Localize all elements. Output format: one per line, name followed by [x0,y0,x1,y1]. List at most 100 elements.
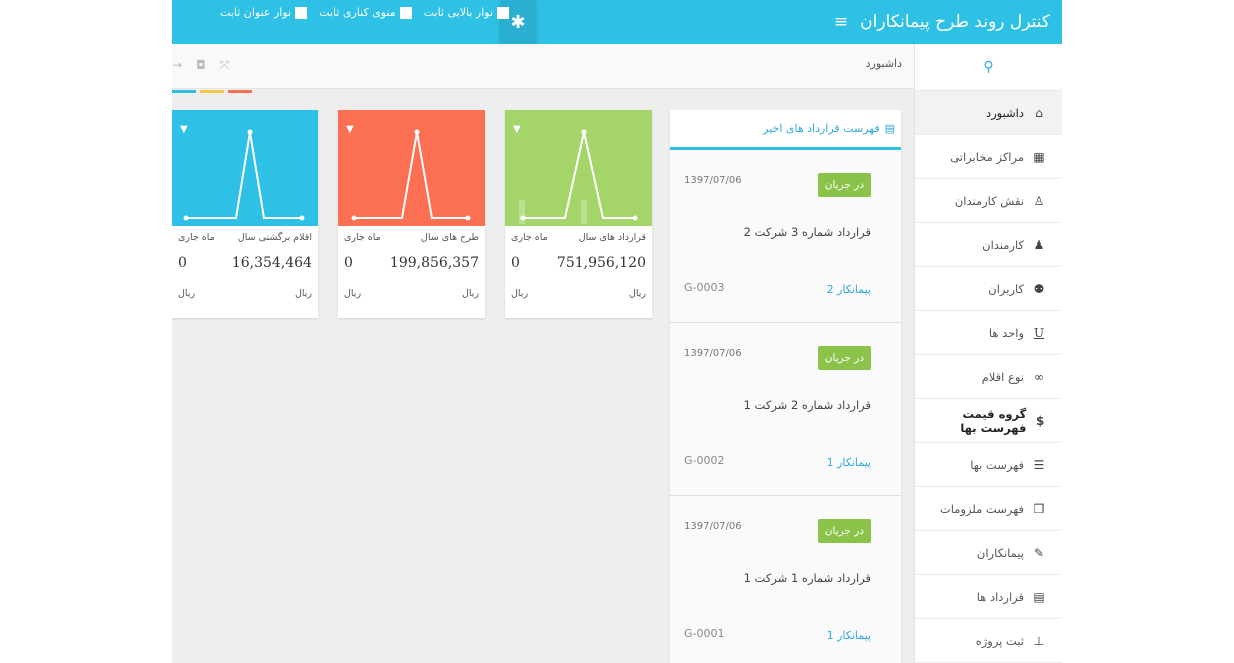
fixed-titlebar-checkbox[interactable] [295,6,308,19]
sidebar-item-label: مراکز مخابراتی [950,149,1024,164]
list-icon: ▤ [884,122,895,135]
sidebar-item-label: داشبورد [985,105,1024,120]
sidebar-item-dashboard[interactable]: ⌂ داشبورد [915,91,1062,135]
link-icon: ∞ [1034,369,1044,384]
sidebar-item-employees[interactable]: ♟ کارمندان [915,223,1062,267]
color-lines [172,90,252,93]
currency-label: ریال [628,288,646,299]
contract-title: قرارداد شماره 3 شرکت 2 [743,225,871,239]
stat-label: طرح های سال [420,232,479,243]
list-item[interactable]: 1397/07/06 در جریان قرارداد شماره 2 شرکت… [670,323,901,496]
sitemap-icon: ⊥ [1033,633,1045,648]
sidebar-search[interactable]: ⚲ [915,44,1062,91]
hamburger-menu-icon[interactable]: ≡ [834,2,848,42]
sparkline-chart [172,110,318,226]
breadcrumb[interactable]: داشبورد [866,57,902,70]
sidebar-item-price-list[interactable]: ☰ فهرست بها [915,443,1062,487]
sparkline-chart [338,110,485,226]
currency-label: ریال [511,288,529,299]
contract-code: G-0002 [684,454,725,467]
list-item[interactable]: 1397/07/06 در جریان قرارداد شماره 1 شرکت… [670,496,901,663]
app-title[interactable]: کنترل روند طرح پیمانکاران [860,2,1050,42]
sidebar-item-label: کاربران [988,281,1024,296]
panel-title: فهرست قرارداد های اخیر [763,122,880,135]
stat-card-returned-items: ▼ اقلام برگشتی سال ماه جاری 16,354,464 0… [172,110,318,318]
currency-label: ریال [344,288,362,299]
fixed-titlebar-label: نوار عنوان ثابت [220,6,292,19]
sidebar-item-supplies-list[interactable]: ❒ فهرست ملزومات [915,487,1062,531]
sidebar-item-label: نوع اقلام [981,369,1024,384]
sidebar-item-users[interactable]: ⚉ کاربران [915,267,1062,311]
stat-label: ماه جاری [344,232,381,243]
contractor-link[interactable]: پیمانکار 1 [827,456,871,469]
fixed-sidebar-checkbox[interactable] [399,6,412,19]
caret-down-icon[interactable]: ▼ [346,124,354,135]
stat-value: 199,856,357 [389,255,479,271]
stat-label: قرارداد های سال [578,232,646,243]
color-line-blue [172,90,196,93]
expand-icon[interactable]: ⤧ [220,58,230,73]
users-icon: ⚉ [1033,281,1045,296]
sidebar-item-label: فهرست ملزومات [939,501,1024,516]
stat-value: 16,354,464 [231,255,312,271]
stat-value: 0 [178,255,187,271]
home-icon: ⌂ [1035,105,1043,120]
sidebar-item-label: فهرست بها [970,457,1024,472]
dollar-icon: $ [1036,413,1045,428]
currency-label: ریال [461,288,479,299]
sidebar-item-telecom-centers[interactable]: ▦ مراکز مخابراتی [915,135,1062,179]
sidebar-item-item-types[interactable]: ∞ نوع اقلام [915,355,1062,399]
sidebar-item-units[interactable]: U واحد ها [915,311,1062,355]
fixed-sidebar-option[interactable]: منوی کناری ثابت [319,6,412,19]
grid-icon: ▦ [1033,149,1045,164]
fixed-topbar-option[interactable]: نوار بالایی ثابت [424,6,510,19]
recent-contracts-panel: ▤ فهرست قرارداد های اخیر 1397/07/06 در ج… [670,110,901,663]
sparkline-chart [505,110,652,226]
contract-date: 1397/07/06 [684,175,742,186]
document-icon: ▤ [1033,589,1045,604]
sidebar-item-employee-roles[interactable]: ♙ نقش کارمندان [915,179,1062,223]
stat-card-plans: ▼ طرح های سال ماه جاری 199,856,357 0 ریا… [338,110,485,318]
sidebar-item-label: ثبت پروژه [975,633,1024,648]
contract-title: قرارداد شماره 1 شرکت 1 [743,571,871,585]
currency-label: ریال [294,288,312,299]
contract-date: 1397/07/06 [684,521,742,532]
fixed-sidebar-label: منوی کناری ثابت [319,6,396,19]
list-item[interactable]: 1397/07/06 در جریان قرارداد شماره 3 شرکت… [670,150,901,323]
sidebar-item-label: کارمندان [982,237,1024,252]
caret-down-icon[interactable]: ▼ [513,124,521,135]
brand: کنترل روند طرح پیمانکاران ≡ [834,0,1050,44]
cubes-icon: ❒ [1033,501,1045,516]
fixed-topbar-checkbox[interactable] [497,6,510,19]
sidebar: ⚲ ⌂ داشبورد ▦ مراکز مخابراتی ♙ نقش کارمن… [914,44,1062,663]
top-bar: کنترل روند طرح پیمانکاران ≡ ✱ نوار بالای… [172,0,1062,44]
contract-code: G-0003 [684,281,725,294]
caret-down-icon[interactable]: ▼ [180,124,188,135]
breadcrumb-bar: داشبورد → ◘ ⤧ [172,44,914,93]
fixed-titlebar-option[interactable]: نوار عنوان ثابت [220,6,308,19]
list-icon: ☰ [1033,457,1045,472]
sidebar-item-label: واحد ها [988,325,1024,340]
stat-label: اقلام برگشتی سال [237,232,312,243]
sidebar-item-label: نقش کارمندان [954,193,1024,208]
sidebar-item-contracts[interactable]: ▤ قرارداد ها [915,575,1062,619]
stat-card-contracts: ▼ قرارداد های سال ماه جاری 751,956,120 0… [505,110,652,318]
status-badge: در جریان [817,519,871,543]
contractor-link[interactable]: پیمانکار 1 [827,629,871,642]
edit-icon: ✎ [1033,545,1045,560]
stat-label: ماه جاری [511,232,548,243]
arrow-icon[interactable]: → [172,58,182,73]
color-line-orange [228,90,252,93]
refresh-icon[interactable]: ◘ [196,58,206,73]
sidebar-item-contractors[interactable]: ✎ پیمانکاران [915,531,1062,575]
search-icon[interactable]: ⚲ [983,59,993,75]
contract-code: G-0001 [684,627,725,640]
color-line-yellow [200,90,224,93]
sidebar-item-price-list-group[interactable]: $ گروه قیمت فهرست بها [915,399,1062,443]
stat-value: 0 [511,255,520,271]
sidebar-item-register-project[interactable]: ⊥ ثبت پروژه [915,619,1062,663]
layout-settings: نوار بالایی ثابت منوی کناری ثابت نوار عن… [220,6,510,19]
underline-icon: U [1033,325,1045,340]
sidebar-item-label: قرارداد ها [976,589,1024,604]
contractor-link[interactable]: پیمانکار 2 [827,283,871,296]
